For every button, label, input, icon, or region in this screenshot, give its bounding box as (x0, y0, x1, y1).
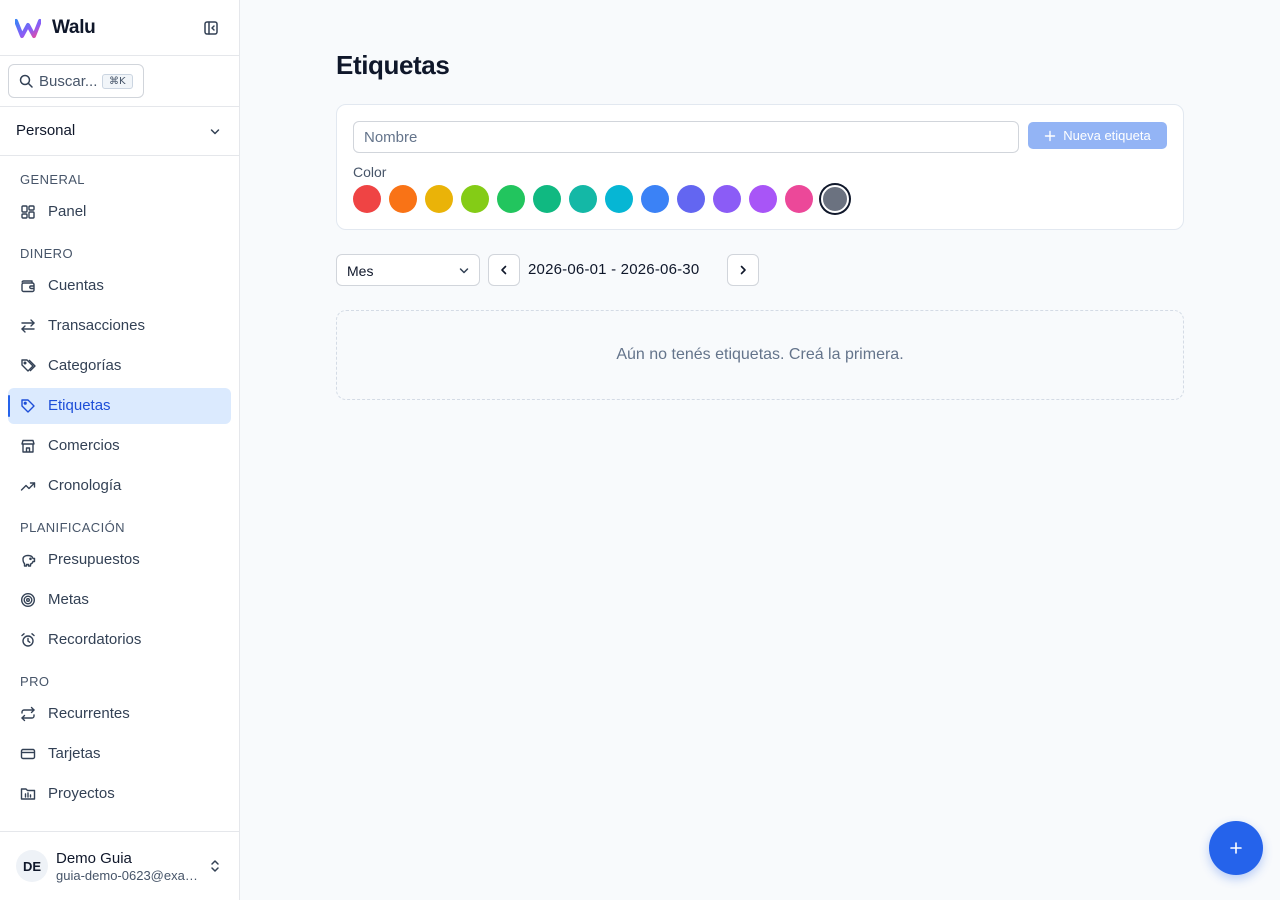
sidebar-item-label: Recordatorios (48, 631, 142, 648)
sidebar-item-label: Recurrentes (48, 705, 130, 722)
workspace-selector[interactable]: Personal (0, 107, 239, 156)
tags-icon (21, 359, 36, 372)
workspace-label: Personal (16, 122, 76, 139)
sidebar-item-label: Presupuestos (48, 551, 140, 568)
user-email: guia-demo-0623@example.com (56, 868, 198, 883)
sidebar-item-etiquetas[interactable]: Etiquetas (8, 388, 231, 424)
color-swatches (353, 185, 849, 213)
new-tag-button-label: Nueva etiqueta (1063, 128, 1151, 143)
folder-chart-icon (20, 788, 36, 800)
sidebar-item-label: Metas (48, 591, 89, 608)
color-swatch[interactable] (569, 185, 597, 213)
chevron-up-down-icon (211, 860, 219, 872)
plus-icon (1230, 842, 1242, 854)
sidebar-item-presupuestos[interactable]: Presupuestos (8, 542, 231, 578)
sidebar-item-label: Transacciones (48, 317, 145, 334)
sidebar: Walu Buscar... ⌘K Personal GENERAL Panel… (0, 0, 240, 900)
new-tag-button[interactable]: Nueva etiqueta (1028, 122, 1167, 149)
chevron-down-icon (210, 129, 220, 135)
sidebar-item-transacciones[interactable]: Transacciones (8, 308, 231, 344)
sidebar-item-tarjetas[interactable]: Tarjetas (8, 736, 231, 772)
sidebar-item-proyectos[interactable]: Proyectos (8, 776, 231, 812)
search-label: Buscar... (39, 73, 98, 90)
color-swatch[interactable] (461, 185, 489, 213)
previous-period-button[interactable] (488, 254, 520, 286)
avatar: DE (16, 850, 48, 882)
color-swatch[interactable] (497, 185, 525, 213)
section-label-dinero: DINERO (20, 246, 73, 261)
panel-collapse-icon (204, 21, 218, 35)
period-select-value: Mes (347, 263, 374, 279)
tag-icon (21, 399, 35, 413)
color-label: Color (353, 164, 387, 180)
sidebar-item-label: Panel (48, 203, 87, 220)
color-swatch[interactable] (605, 185, 633, 213)
wallet-icon (21, 280, 35, 293)
sidebar-item-label: Proyectos (48, 785, 115, 802)
search-icon (19, 74, 33, 88)
walu-logo-icon (15, 19, 41, 38)
brand-header: Walu (0, 0, 239, 56)
collapse-sidebar-button[interactable] (201, 18, 221, 38)
chevron-right-icon (740, 265, 746, 275)
alarm-clock-icon (21, 633, 35, 647)
sidebar-item-label: Categorías (48, 357, 122, 374)
color-swatch[interactable] (641, 185, 669, 213)
color-swatch[interactable] (533, 185, 561, 213)
floating-add-button[interactable] (1209, 821, 1263, 875)
empty-state-message: Aún no tenés etiquetas. Creá la primera. (616, 346, 904, 363)
user-name: Demo Guia (56, 850, 132, 867)
section-label-pro: PRO (20, 674, 50, 689)
period-select[interactable]: Mes (336, 254, 480, 286)
sidebar-item-metas[interactable]: Metas (8, 582, 231, 618)
sidebar-item-label: Cuentas (48, 277, 104, 294)
sidebar-item-cronologia[interactable]: Cronología (8, 468, 231, 504)
sidebar-item-recordatorios[interactable]: Recordatorios (8, 622, 231, 658)
search-area: Buscar... ⌘K (0, 56, 239, 107)
sidebar-item-label: Cronología (48, 477, 122, 494)
color-swatch[interactable] (677, 185, 705, 213)
color-swatch[interactable] (713, 185, 741, 213)
repeat-icon (21, 706, 35, 722)
dashboard-icon (21, 205, 35, 219)
next-period-button[interactable] (727, 254, 759, 286)
color-swatch[interactable] (821, 185, 849, 213)
chevron-left-icon (501, 265, 507, 275)
sidebar-item-cuentas[interactable]: Cuentas (8, 268, 231, 304)
trending-up-icon (20, 482, 36, 491)
store-icon (21, 439, 35, 453)
piggy-bank-icon (22, 554, 36, 567)
brand-name: Walu (52, 17, 96, 38)
sidebar-item-categorias[interactable]: Categorías (8, 348, 231, 384)
target-icon (20, 592, 36, 608)
color-swatch[interactable] (749, 185, 777, 213)
sidebar-item-label: Etiquetas (48, 397, 111, 414)
chevron-down-icon (459, 268, 469, 274)
credit-card-icon (20, 748, 36, 760)
transfer-arrows-icon (21, 319, 35, 333)
sidebar-item-comercios[interactable]: Comercios (8, 428, 231, 464)
color-swatch[interactable] (785, 185, 813, 213)
sidebar-item-label: Comercios (48, 437, 120, 454)
user-menu[interactable]: DE Demo Guia guia-demo-0623@example.com (0, 831, 239, 900)
sidebar-item-recurrentes[interactable]: Recurrentes (8, 696, 231, 732)
sidebar-item-panel[interactable]: Panel (8, 194, 231, 230)
page-title: Etiquetas (336, 50, 450, 80)
section-label-planificacion: PLANIFICACIÓN (20, 520, 125, 535)
plus-icon (1045, 130, 1056, 141)
date-range: 2026-06-01 - 2026-06-30 (528, 261, 700, 278)
new-tag-card: Nueva etiqueta Color (336, 104, 1184, 230)
search-button[interactable]: Buscar... ⌘K (8, 64, 144, 98)
color-swatch[interactable] (389, 185, 417, 213)
tag-name-input[interactable] (353, 121, 1019, 153)
color-swatch[interactable] (425, 185, 453, 213)
section-label-general: GENERAL (20, 172, 85, 187)
empty-state: Aún no tenés etiquetas. Creá la primera. (336, 310, 1184, 400)
sidebar-item-label: Tarjetas (48, 745, 101, 762)
search-shortcut: ⌘K (102, 74, 133, 89)
color-swatch[interactable] (353, 185, 381, 213)
